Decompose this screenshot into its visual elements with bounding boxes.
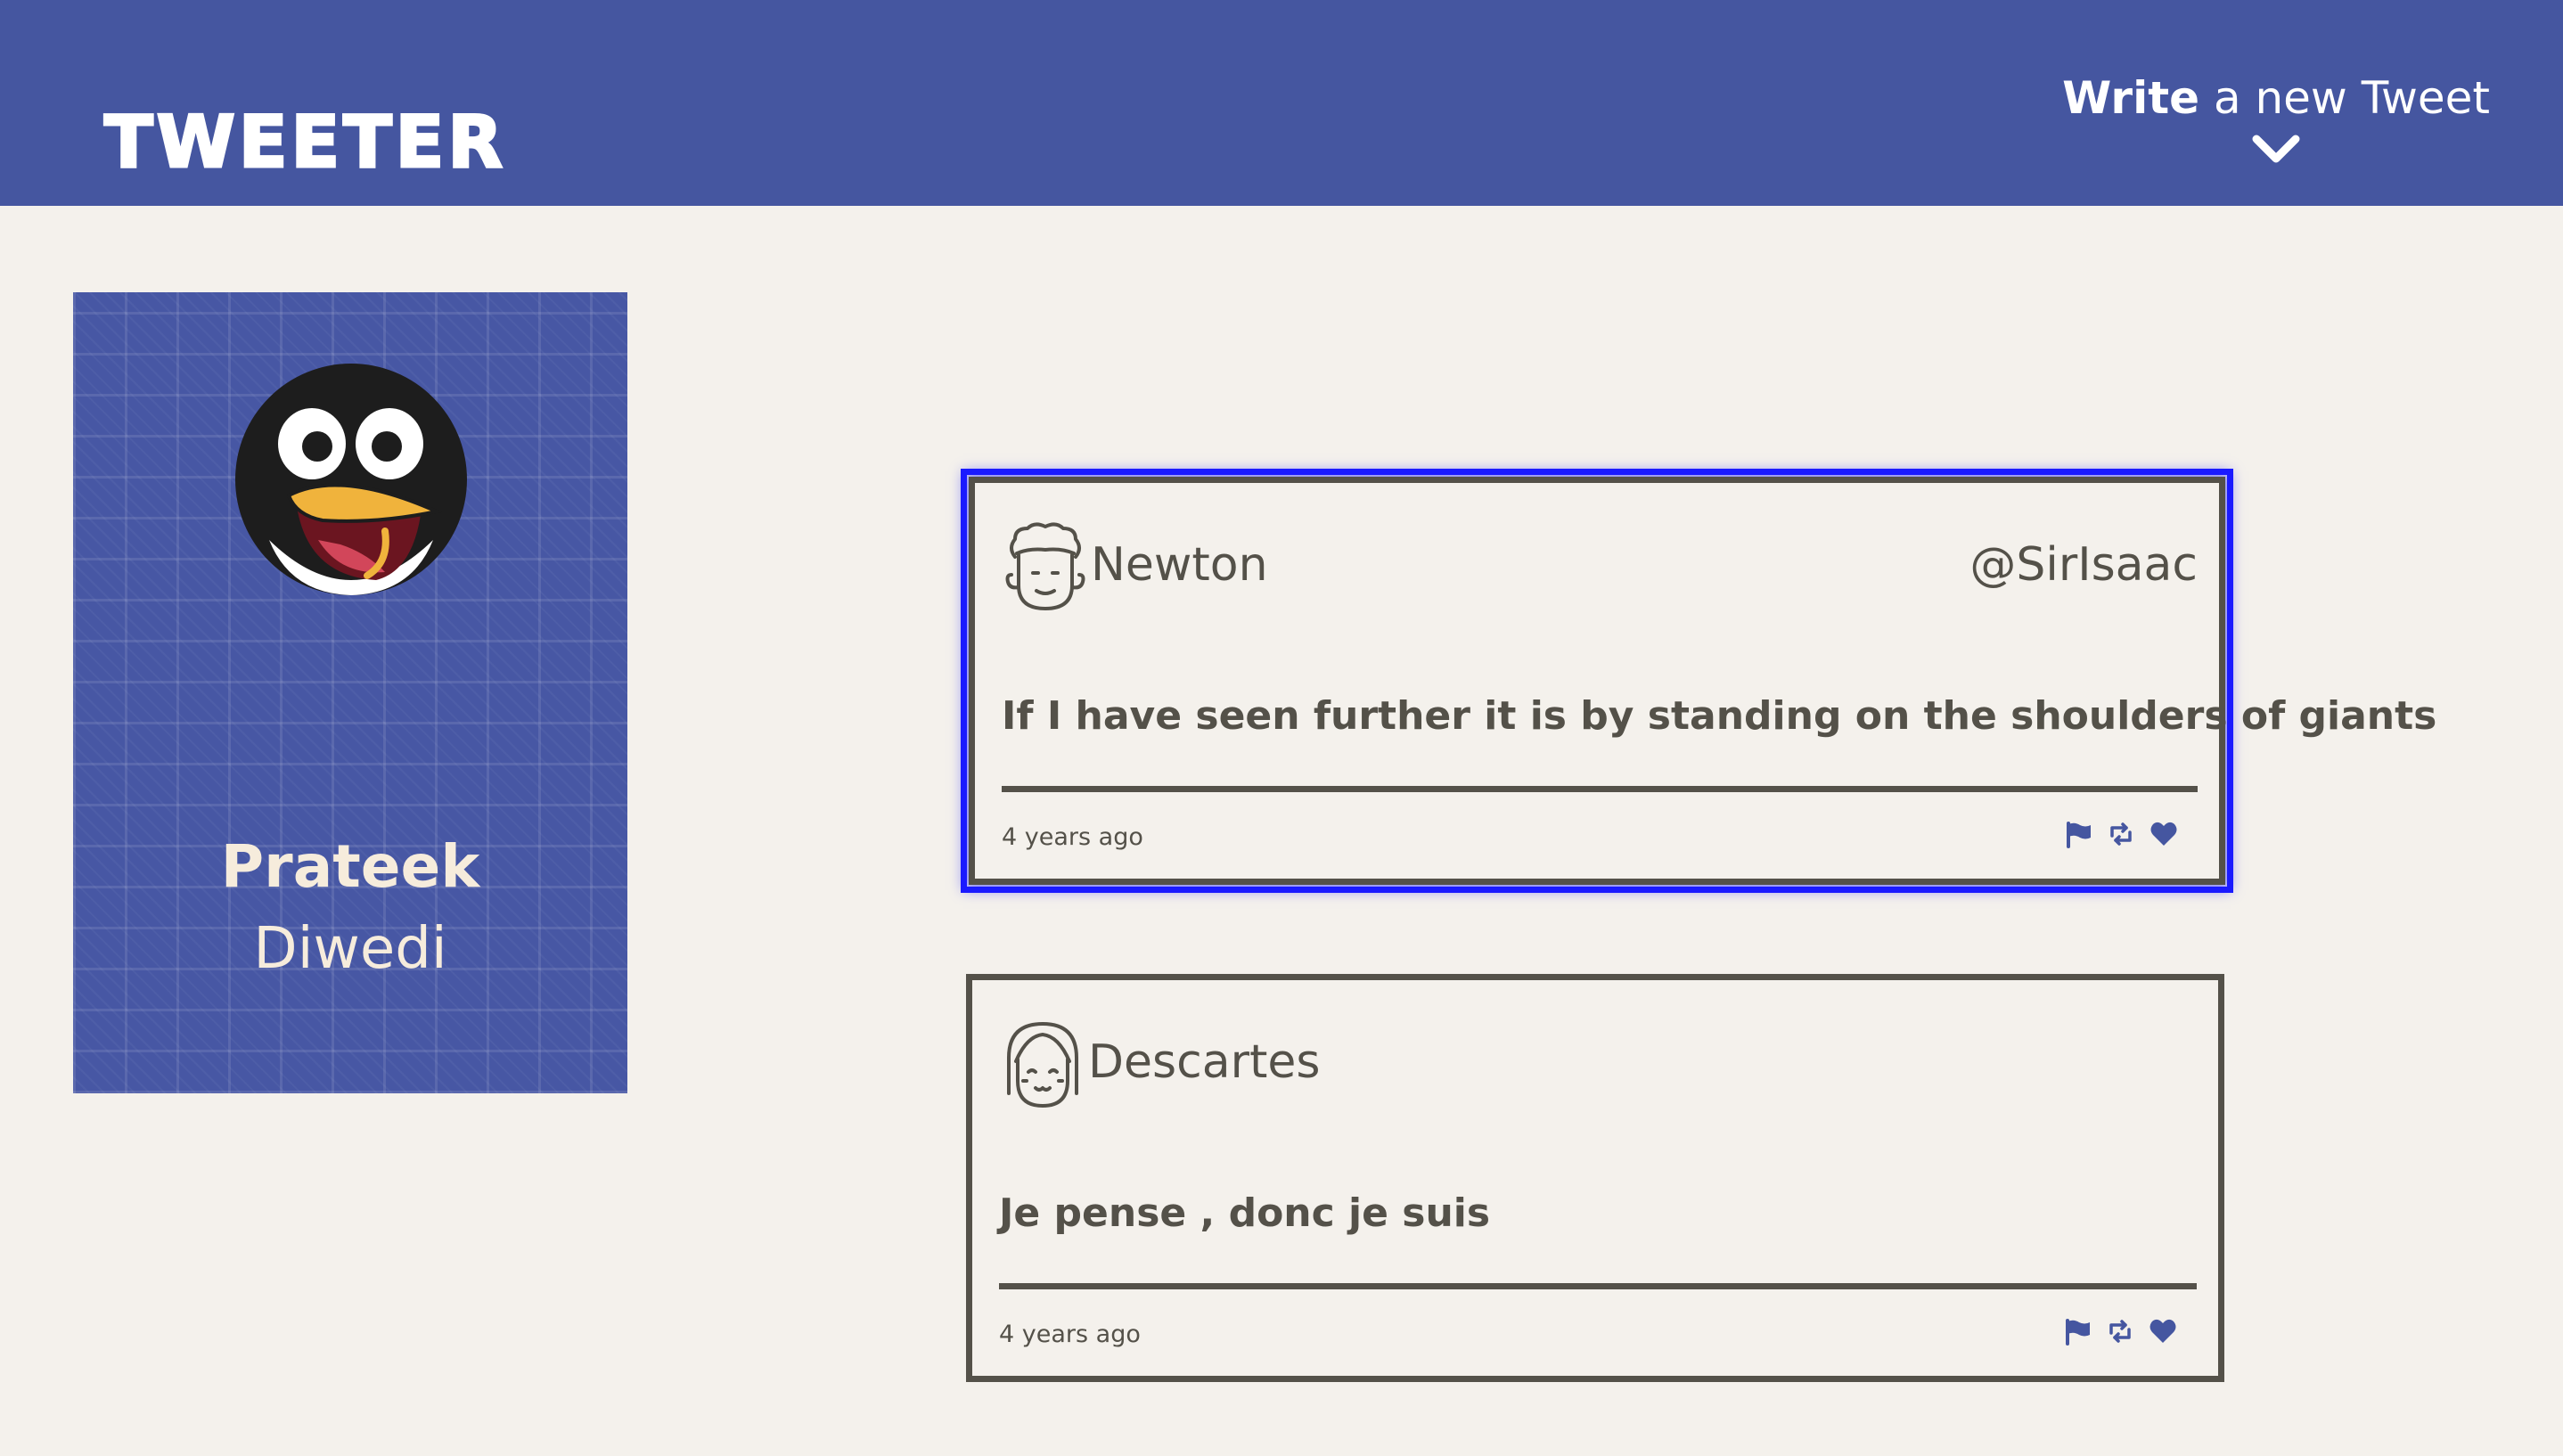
write-tweet-label-rest: a new Tweet [2199,72,2490,124]
tweet-content: If I have seen further it is by standing… [1002,693,2437,739]
retweet-icon[interactable] [2106,1317,2134,1346]
profile-card: Prateek Diwedi [73,292,627,1093]
tweet-author-name: Descartes [1088,1035,1321,1089]
tweet-content: Je pense , donc je suis [999,1190,1491,1236]
retweet-icon[interactable] [2107,820,2135,848]
profile-last-name: Diwedi [253,916,447,982]
tweet-divider [999,1283,2197,1289]
top-nav-bar: TWEETER Write a new Tweet [0,0,2563,206]
tweet-divider [1002,786,2198,792]
tweet-card[interactable]: Newton @SirIsaac If I have seen further … [961,469,2436,893]
penguin-avatar-icon [235,364,467,595]
curly-hair-face-icon [1005,522,1085,610]
heart-icon[interactable] [2149,1317,2177,1346]
tweet-actions [2063,1317,2177,1346]
bob-hair-face-icon [1007,1022,1078,1108]
write-tweet-label-bold: Write [2062,72,2200,124]
write-tweet-label[interactable]: Write a new Tweet [2062,68,2490,128]
tweet-card[interactable]: Descartes Je pense , donc je suis 4 year… [966,974,2224,1382]
tweet-timestamp: 4 years ago [1002,823,1143,851]
flag-icon[interactable] [2064,820,2092,848]
write-tweet-toggle[interactable]: Write a new Tweet [2062,68,2490,166]
chevron-down-icon[interactable] [2251,134,2301,166]
profile-first-name: Prateek [220,832,480,901]
tweet-author-handle: @SirIsaac [1969,538,2198,592]
tweet-timestamp: 4 years ago [999,1321,1141,1348]
heart-icon[interactable] [2149,820,2178,848]
app-logo[interactable]: TWEETER [103,100,506,185]
flag-icon[interactable] [2063,1317,2092,1346]
tweet-actions [2064,820,2178,848]
tweet-author-name: Newton [1091,538,1268,592]
